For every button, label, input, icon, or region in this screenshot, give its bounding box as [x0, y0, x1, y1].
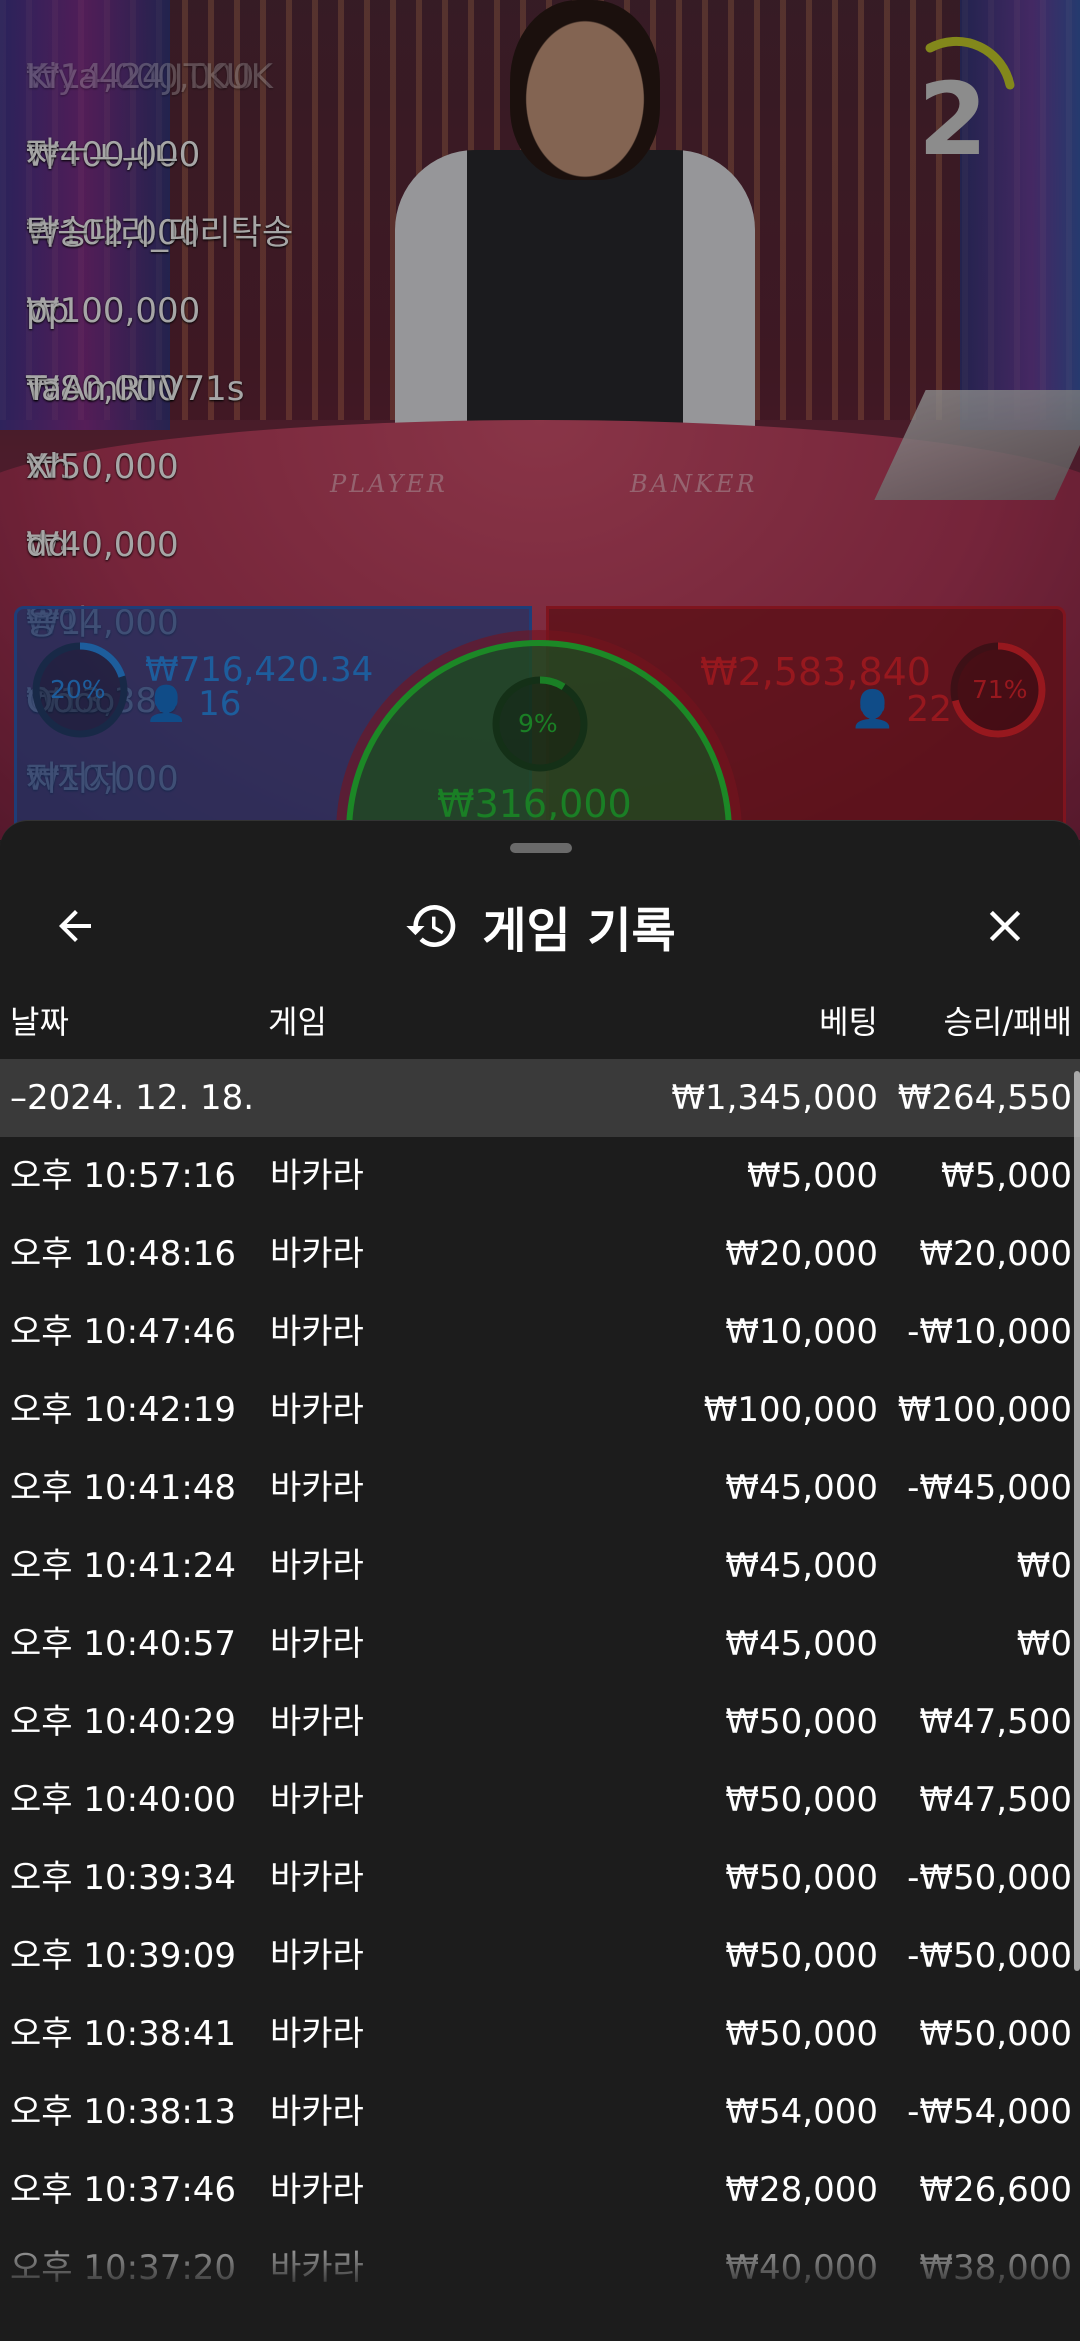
back-button[interactable]: [40, 893, 110, 959]
history-icon: [406, 905, 456, 947]
row-time: 오후 10:41:24: [10, 1546, 237, 1586]
row-bet: ₩10,000: [725, 1312, 878, 1352]
row-time: 오후 10:40:57: [10, 1624, 237, 1664]
row-bet: ₩45,000: [725, 1468, 878, 1508]
group-result-total: ₩264,550: [897, 1078, 1072, 1118]
column-date: 날짜: [10, 1003, 69, 1041]
history-row[interactable]: 오후 10:42:19 바카라 ₩100,000 ₩100,000: [0, 1371, 1080, 1449]
row-game: 바카라: [270, 1468, 364, 1508]
close-icon: [989, 910, 1021, 942]
row-result: ₩38,000: [919, 2248, 1072, 2288]
row-time: 오후 10:41:48: [10, 1468, 237, 1508]
row-time: 오후 10:37:46: [10, 2170, 237, 2210]
row-game: 바카라: [270, 2092, 364, 2132]
row-result: ₩20,000: [919, 1234, 1072, 1274]
column-bet: 베팅: [819, 1003, 878, 1041]
row-game: 바카라: [270, 1858, 364, 1898]
overlay-dim: [0, 0, 1080, 840]
live-game-view: PLAYER BANKER ₩14,000,000 Kiya424JJTKUK ₩4…: [0, 0, 1080, 840]
group-bet-total: ₩1,345,000: [671, 1078, 878, 1118]
row-game: 바카라: [270, 2248, 364, 2288]
row-result: ₩0: [1016, 1546, 1072, 1586]
game-history-sheet: 게임 기록 날짜 게임 베팅 승리/패배 –2024. 12. 18. ₩1,3…: [0, 820, 1080, 2341]
row-time: 오후 10:40:00: [10, 1780, 237, 1820]
row-bet: ₩50,000: [725, 1702, 878, 1742]
row-result: ₩5,000: [941, 1156, 1072, 1196]
sheet-header: 게임 기록: [0, 871, 1080, 981]
row-result: -₩50,000: [907, 1858, 1072, 1898]
row-time: 오후 10:39:09: [10, 1936, 237, 1976]
history-row[interactable]: 오후 10:40:00 바카라 ₩50,000 ₩47,500: [0, 1761, 1080, 1839]
row-result: ₩0: [1016, 1624, 1072, 1664]
row-result: -₩45,000: [907, 1468, 1072, 1508]
history-row[interactable]: 오후 10:37:46 바카라 ₩28,000 ₩26,600: [0, 2151, 1080, 2229]
history-table: –2024. 12. 18. ₩1,345,000 ₩264,550 오후 10…: [0, 1059, 1080, 2307]
history-row[interactable]: 오후 10:37:20 바카라 ₩40,000 ₩38,000: [0, 2229, 1080, 2307]
row-game: 바카라: [270, 1234, 364, 1274]
row-bet: ₩54,000: [725, 2092, 878, 2132]
row-bet: ₩20,000: [725, 1234, 878, 1274]
column-result: 승리/패배: [943, 1003, 1072, 1041]
row-bet: ₩28,000: [725, 2170, 878, 2210]
row-bet: ₩50,000: [725, 1858, 878, 1898]
row-result: ₩47,500: [919, 1702, 1072, 1742]
row-game: 바카라: [270, 2014, 364, 2054]
sheet-title: 게임 기록: [482, 903, 676, 959]
row-game: 바카라: [270, 1390, 364, 1430]
history-row[interactable]: 오후 10:40:29 바카라 ₩50,000 ₩47,500: [0, 1683, 1080, 1761]
row-time: 오후 10:37:20: [10, 2248, 237, 2288]
history-row[interactable]: 오후 10:40:57 바카라 ₩45,000 ₩0: [0, 1605, 1080, 1683]
row-time: 오후 10:57:16: [10, 1156, 237, 1196]
row-game: 바카라: [270, 2170, 364, 2210]
history-row[interactable]: 오후 10:48:16 바카라 ₩20,000 ₩20,000: [0, 1215, 1080, 1293]
row-time: 오후 10:48:16: [10, 1234, 237, 1274]
arrow-left-icon: [59, 910, 91, 942]
table-header: 날짜 게임 베팅 승리/패배: [0, 997, 1080, 1057]
row-bet: ₩40,000: [725, 2248, 878, 2288]
row-game: 바카라: [270, 1624, 364, 1664]
history-row[interactable]: 오후 10:41:48 바카라 ₩45,000 -₩45,000: [0, 1449, 1080, 1527]
close-button[interactable]: [970, 893, 1040, 959]
history-row[interactable]: 오후 10:38:41 바카라 ₩50,000 ₩50,000: [0, 1995, 1080, 2073]
row-result: -₩10,000: [907, 1312, 1072, 1352]
row-game: 바카라: [270, 1936, 364, 1976]
date-group-row[interactable]: –2024. 12. 18. ₩1,345,000 ₩264,550: [0, 1059, 1080, 1137]
group-date: –2024. 12. 18.: [10, 1078, 255, 1118]
scrollbar[interactable]: [1074, 1071, 1080, 1971]
row-bet: ₩45,000: [725, 1546, 878, 1586]
row-game: 바카라: [270, 1702, 364, 1742]
row-result: -₩50,000: [907, 1936, 1072, 1976]
row-result: ₩100,000: [897, 1390, 1072, 1430]
drag-handle[interactable]: [510, 843, 572, 853]
row-game: 바카라: [270, 1780, 364, 1820]
row-game: 바카라: [270, 1312, 364, 1352]
row-result: ₩26,600: [919, 2170, 1072, 2210]
row-result: -₩54,000: [907, 2092, 1072, 2132]
title-group: 게임 기록: [0, 871, 1080, 981]
history-row[interactable]: 오후 10:57:16 바카라 ₩5,000 ₩5,000: [0, 1137, 1080, 1215]
history-row[interactable]: 오후 10:39:09 바카라 ₩50,000 -₩50,000: [0, 1917, 1080, 1995]
history-row[interactable]: 오후 10:38:13 바카라 ₩54,000 -₩54,000: [0, 2073, 1080, 2151]
row-bet: ₩45,000: [725, 1624, 878, 1664]
row-time: 오후 10:42:19: [10, 1390, 237, 1430]
row-time: 오후 10:39:34: [10, 1858, 237, 1898]
row-time: 오후 10:47:46: [10, 1312, 237, 1352]
row-game: 바카라: [270, 1156, 364, 1196]
row-bet: ₩50,000: [725, 2014, 878, 2054]
column-game: 게임: [268, 1003, 327, 1041]
row-bet: ₩100,000: [703, 1390, 878, 1430]
row-result: ₩47,500: [919, 1780, 1072, 1820]
row-time: 오후 10:40:29: [10, 1702, 237, 1742]
row-bet: ₩50,000: [725, 1936, 878, 1976]
history-row[interactable]: 오후 10:41:24 바카라 ₩45,000 ₩0: [0, 1527, 1080, 1605]
row-result: ₩50,000: [919, 2014, 1072, 2054]
history-row[interactable]: 오후 10:47:46 바카라 ₩10,000 -₩10,000: [0, 1293, 1080, 1371]
history-row[interactable]: 오후 10:39:34 바카라 ₩50,000 -₩50,000: [0, 1839, 1080, 1917]
row-game: 바카라: [270, 1546, 364, 1586]
row-time: 오후 10:38:13: [10, 2092, 237, 2132]
row-bet: ₩50,000: [725, 1780, 878, 1820]
row-time: 오후 10:38:41: [10, 2014, 237, 2054]
row-bet: ₩5,000: [747, 1156, 878, 1196]
